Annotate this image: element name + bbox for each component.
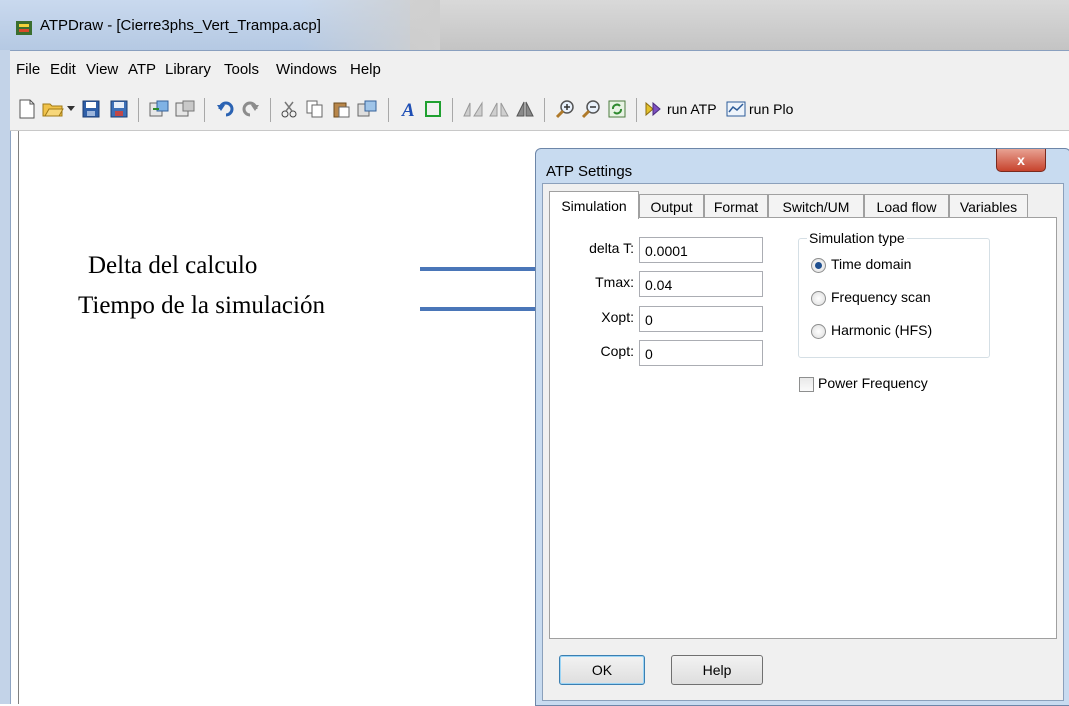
save-all-icon[interactable] [106,96,132,122]
text-tool-icon[interactable]: A [396,96,422,122]
tab-variables[interactable]: Variables [949,194,1028,218]
annotation-delta-label: Delta del calculo [88,252,258,279]
save-icon[interactable] [78,96,104,122]
frequency-scan-radio[interactable] [811,291,826,306]
window-titlebar[interactable]: ATPDraw - [Cierre3phs_Vert_Trampa.acp] [0,0,1069,51]
dialog-close-button[interactable]: x [996,149,1046,172]
redo-icon[interactable] [238,96,264,122]
menu-windows[interactable]: Windows [276,61,337,78]
titlebar-fade [300,0,440,50]
svg-text:A: A [401,100,415,119]
harmonic-hfs-radio[interactable] [811,324,826,339]
time-domain-radio[interactable] [811,258,826,273]
run-atp-icon [645,101,661,117]
run-plot-button[interactable]: run Plo [726,96,806,122]
toolbar-separator [270,98,271,122]
menu-bar: File Edit View ATP Library Tools Windows… [10,51,1069,91]
tmax-field[interactable]: 0.04 [639,271,763,297]
time-domain-label[interactable]: Time domain [831,256,911,272]
run-plot-label: run Plo [749,101,794,117]
menu-view[interactable]: View [86,61,118,78]
copy-icon[interactable] [302,96,328,122]
cut-icon[interactable] [276,96,302,122]
menu-help[interactable]: Help [350,61,381,78]
toolbar-separator [636,98,637,122]
power-frequency-label[interactable]: Power Frequency [818,375,928,391]
frequency-scan-label[interactable]: Frequency scan [831,289,931,305]
paste-icon[interactable] [328,96,354,122]
open-folder-icon[interactable] [40,96,66,122]
zoom-out-icon[interactable] [578,96,604,122]
export-icon[interactable] [172,96,198,122]
dialog-title: ATP Settings [546,163,633,180]
tab-simulation[interactable]: Simulation [549,191,639,219]
menu-atp[interactable]: ATP [128,61,156,78]
tab-output[interactable]: Output [639,194,704,218]
import-icon[interactable] [146,96,172,122]
simulation-tab-panel: delta T: 0.0001 Tmax: 0.04 Xopt: 0 Copt:… [549,217,1057,639]
duplicate-icon[interactable] [354,96,380,122]
xopt-label: Xopt: [601,309,634,325]
toolbar-separator [204,98,205,122]
harmonic-hfs-label[interactable]: Harmonic (HFS) [831,322,932,338]
open-dropdown-icon[interactable] [64,96,78,122]
tmax-label: Tmax: [595,274,634,290]
help-button[interactable]: Help [671,655,763,685]
power-frequency-checkbox[interactable] [799,377,814,392]
run-atp-label: run ATP [667,101,717,117]
run-atp-button[interactable]: run ATP [644,96,722,122]
tab-load-flow[interactable]: Load flow [864,194,949,218]
flip-horizontal-icon[interactable] [486,96,512,122]
tab-format[interactable]: Format [704,194,768,218]
window-left-frame [0,50,11,704]
menu-tools[interactable]: Tools [224,61,259,78]
run-plot-icon [726,101,746,117]
refresh-icon[interactable] [604,96,630,122]
delta-t-field[interactable]: 0.0001 [639,237,763,263]
rotate-icon[interactable] [460,96,486,122]
flip-vertical-icon[interactable] [512,96,538,122]
toolbar-separator [544,98,545,122]
undo-icon[interactable] [212,96,238,122]
delta-t-label: delta T: [589,240,634,256]
rectangle-tool-icon[interactable] [420,96,446,122]
new-file-icon[interactable] [14,96,40,122]
menu-library[interactable]: Library [165,61,211,78]
toolbar-separator [452,98,453,122]
toolbar-separator [388,98,389,122]
dialog-body: Simulation Output Format Switch/UM Load … [542,183,1064,701]
toolbar-separator [138,98,139,122]
xopt-field[interactable]: 0 [639,306,763,332]
copt-label: Copt: [600,343,634,359]
copt-field[interactable]: 0 [639,340,763,366]
window-title: ATPDraw - [Cierre3phs_Vert_Trampa.acp] [40,17,321,34]
simulation-type-title: Simulation type [807,230,907,246]
atpdraw-app-icon [16,21,32,35]
menu-edit[interactable]: Edit [50,61,76,78]
toolbar: A run ATP run Plo [10,90,1069,131]
ok-button[interactable]: OK [559,655,645,685]
titlebar-background [410,0,1069,50]
annotation-tiempo-label: Tiempo de la simulación [78,292,325,319]
zoom-in-icon[interactable] [552,96,578,122]
close-icon: x [1017,152,1025,168]
menu-file[interactable]: File [16,61,40,78]
simulation-type-group: Simulation type Time domain Frequency sc… [798,230,990,358]
atp-settings-dialog: ATP Settings x Simulation Output Format … [535,148,1069,706]
tab-switch-um[interactable]: Switch/UM [768,194,864,218]
